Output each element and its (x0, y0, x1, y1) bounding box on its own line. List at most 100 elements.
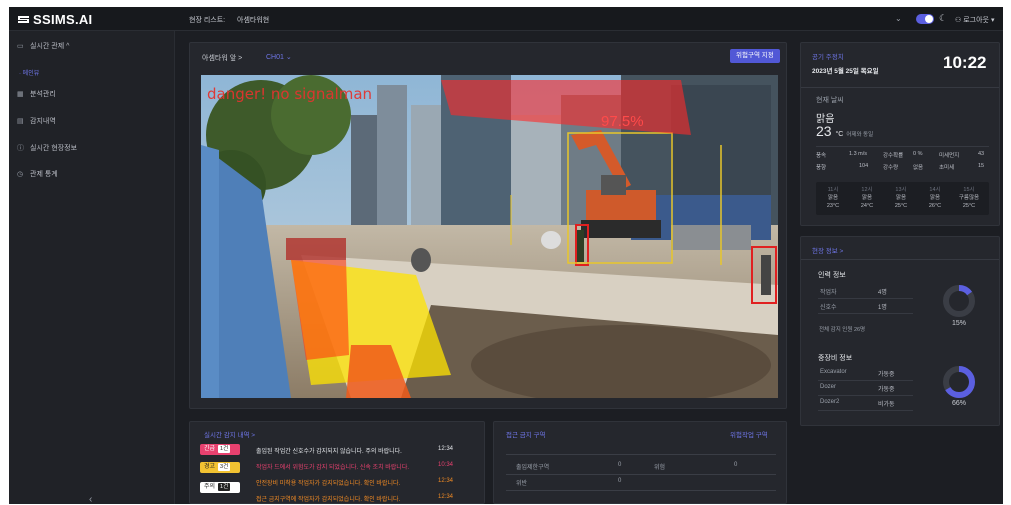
temperature: 23 °C 어제와 동일 (816, 123, 873, 139)
alert-time: 12:34 (438, 494, 454, 500)
forecast-item: 15시 구름많음 25°C (952, 186, 986, 210)
weather-stat-label: 강수량 (883, 165, 899, 171)
alert-time: 12:34 (438, 478, 454, 484)
badge-count: 3건 (218, 463, 231, 471)
camera-feed[interactable]: danger! no signalman 97.5% (201, 75, 778, 398)
zone-divider (506, 454, 776, 455)
realtime-alerts-panel: 실시간 감지 내역 > 긴급 1건 경고 3건 주의 1건 출입된 작업간 신호수가 … (189, 421, 485, 504)
people-percent: 15% (951, 320, 966, 327)
site-info-title[interactable]: 현장 정보 > (812, 245, 843, 255)
forecast-time: 11시 (827, 187, 839, 193)
weather-stat-label: 강수확률 (883, 153, 904, 159)
sidebar-item-label: 실시간 현장정보 (30, 145, 78, 152)
people-value: 1명 (878, 305, 887, 311)
temperature-value: 23 (816, 123, 832, 139)
alert-time: 10:34 (438, 462, 454, 468)
weather-stat-value: 104 (859, 163, 869, 169)
alert-message[interactable]: 안전장비 미착용 작업자가 감지되었습니다. 확인 바랍니다. (256, 478, 400, 487)
weather-stat-value: 0 % (913, 151, 923, 157)
zone-cell: 0 (734, 462, 738, 468)
clock-icon: ◷ (17, 171, 24, 178)
chevron-down-icon[interactable]: ⌄ (895, 14, 902, 23)
camera-channel-select[interactable]: CH01 ⌄ (266, 53, 292, 61)
forecast-temp: 25°C (962, 203, 976, 209)
forecast-time: 13시 (895, 187, 907, 193)
temperature-compare: 어제와 동일 (846, 132, 874, 138)
zone-cell: 출입제한구역 (516, 465, 550, 471)
theme-toggle[interactable] (916, 14, 934, 24)
alert-message[interactable]: 접근 금지구역에 작업자가 감지되었습니다. 확인 바랍니다. (256, 494, 400, 503)
sidebar-subitem-mainview[interactable]: · 메인뷰 (19, 68, 39, 77)
alert-message[interactable]: 출입된 작업간 신호수가 감지되지 않습니다. 주의 바랍니다. (256, 446, 402, 455)
sidebar-item-site-info[interactable]: ⓘ 실시간 현장정보 (17, 143, 77, 153)
user-menu[interactable]: ⚇ 로그아웃 ▾ (955, 15, 994, 25)
equipment-label: Excavator (820, 369, 847, 375)
people-label: 작업자 (820, 290, 837, 296)
alerts-title[interactable]: 실시간 감지 내역 > (204, 429, 255, 439)
camera-location[interactable]: 아셈타워 앞 > (202, 53, 242, 63)
chevron-left-icon[interactable]: ‹ (89, 494, 92, 504)
sidebar-item-statistics[interactable]: ◷ 관제 통계 (17, 169, 58, 179)
alert-message[interactable]: 작업자 드에서 위험도가 감지 되었습니다. 신속 조치 바랍니다. (256, 462, 409, 471)
sidebar: ▭ 실시간 관제 ^ · 메인뷰 ▦ 분석관리 ▤ 감지내역 ⓘ 실시간 현장정보 ◷ 관… (9, 31, 175, 504)
badge-caution[interactable]: 주의 1건 (200, 482, 240, 493)
equipment-status: 가동중 (878, 372, 895, 378)
equipment-status: 비가동 (878, 402, 895, 408)
badge-label: 주의 (204, 484, 216, 490)
total-detected: 전체 감지 인원 26명 (819, 327, 866, 333)
forecast-condition: 구름많음 (958, 195, 980, 201)
weather-panel: 공기 주정치 2023년 5월 25일 목요일 10:22 현재 날씨 맑음 2… (800, 42, 1000, 226)
grid-icon: ▦ (17, 91, 24, 98)
equipment-donut-chart (943, 366, 975, 398)
row-divider (818, 395, 913, 396)
badge-label: 긴급 (204, 446, 216, 452)
people-section-title: 인력 정보 (818, 272, 846, 279)
forecast-condition: 맑음 (827, 195, 839, 201)
badge-urgent[interactable]: 긴급 1건 (200, 444, 240, 455)
zone-title: 접근 금지 구역 (506, 432, 546, 439)
brand-logo[interactable]: SSIMS.AI (17, 12, 92, 27)
weather-title: 공기 주정치 (812, 54, 844, 61)
forecast-item: 11시맑음 23°C (816, 186, 850, 210)
restricted-zone-panel: 접근 금지 구역 위험작업 구역 출입제한구역 0 위험 0 위반 0 (493, 421, 787, 504)
danger-work-zone-link[interactable]: 위험작업 구역 (730, 429, 768, 439)
user-icon: ⚇ (955, 17, 964, 24)
current-time: 10:22 (943, 53, 987, 72)
logo-mark-icon (18, 16, 29, 23)
people-donut-chart (943, 285, 975, 317)
sidebar-item-label: 실시간 관제 ^ (30, 43, 70, 50)
confidence-overlay-text: 97.5% (601, 113, 644, 130)
row-divider (818, 380, 913, 381)
app-window: SSIMS.AI 현장 리스트: 아셈타워현 ⌄ ☾ ⚇ 로그아웃 ▾ ▭ 실시간… (9, 7, 1003, 504)
temperature-unit: °C (835, 131, 844, 138)
sidebar-item-realtime[interactable]: ▭ 실시간 관제 ^ (17, 41, 69, 51)
equipment-status: 가동중 (878, 387, 895, 393)
equipment-section-title: 중장비 정보 (818, 355, 853, 362)
people-label: 신호수 (820, 305, 837, 311)
badge-warning[interactable]: 경고 3건 (200, 462, 240, 473)
weather-stat-label: 미세먼지 (939, 153, 960, 159)
weather-stat-value: 15 (978, 163, 985, 169)
logout-label: 로그아웃 ▾ (963, 17, 995, 24)
row-divider (818, 298, 913, 299)
badge-label: 경고 (204, 464, 216, 470)
sidebar-item-analysis[interactable]: ▦ 분석관리 (17, 89, 56, 99)
sidebar-item-detections[interactable]: ▤ 감지내역 (17, 116, 56, 126)
set-danger-zone-button[interactable]: 위험구역 지정 (730, 49, 780, 63)
weather-stat-value: 43 (978, 151, 985, 157)
badge-count: 1건 (218, 483, 231, 491)
zone-divider (506, 474, 776, 475)
sidebar-item-label: 분석관리 (30, 91, 56, 98)
people-value: 4명 (878, 290, 887, 296)
document-icon: ▤ (17, 118, 24, 125)
forecast-condition: 맑음 (895, 195, 907, 201)
forecast-item: 12시 맑음 24°C (850, 186, 884, 210)
weather-stat-value: 1.3 m/s (849, 151, 868, 157)
equipment-percent: 66% (951, 400, 966, 407)
forecast-temp: 24°C (860, 203, 874, 209)
divider (801, 259, 999, 260)
site-selector[interactable]: 아셈타워현 (237, 15, 269, 25)
forecast-temp: 23°C (826, 203, 840, 209)
zone-cell: 위험 (654, 465, 666, 471)
brand-name: SSIMS.AI (33, 12, 93, 27)
